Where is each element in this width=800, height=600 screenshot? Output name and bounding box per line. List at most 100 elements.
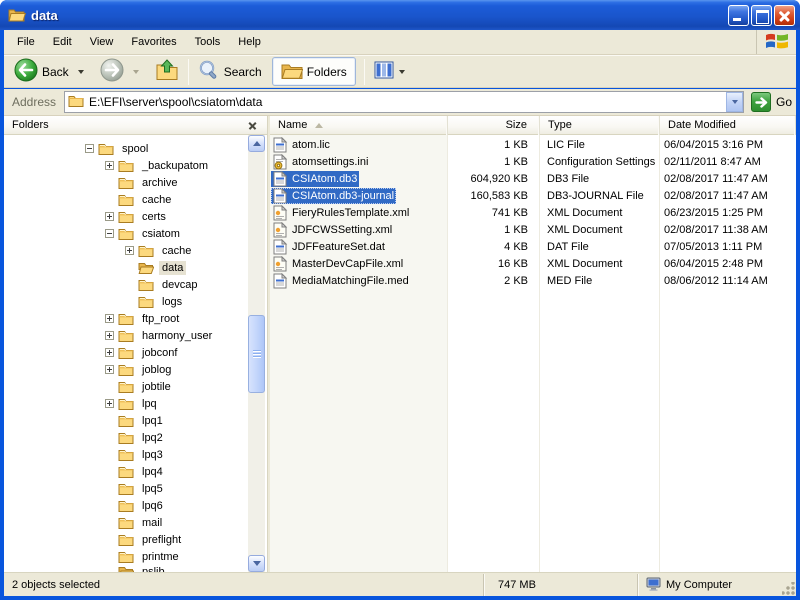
tree-item-label[interactable]: preflight [139, 533, 184, 547]
tree-item-cache[interactable]: cache [4, 191, 250, 208]
tree-item-jobconf[interactable]: jobconf [4, 344, 250, 361]
menu-edit[interactable]: Edit [44, 33, 81, 51]
tree-item-preflight[interactable]: preflight [4, 531, 250, 548]
tree-item-lpq6[interactable]: lpq6 [4, 497, 250, 514]
up-button[interactable] [151, 57, 183, 86]
menu-tools[interactable]: Tools [186, 33, 230, 51]
scroll-up-button[interactable] [248, 135, 265, 152]
menu-file[interactable]: File [8, 33, 44, 51]
tree-item-harmony_user[interactable]: harmony_user [4, 327, 250, 344]
tree-item-label[interactable]: logs [159, 295, 185, 309]
maximize-button[interactable] [751, 5, 772, 26]
file-row[interactable]: FieryRulesTemplate.xml741 KBXML Document… [270, 204, 796, 221]
expand-icon[interactable] [125, 246, 134, 255]
go-button[interactable] [751, 92, 771, 112]
folders-button[interactable]: Folders [272, 57, 356, 86]
file-name[interactable]: MasterDevCapFile.xml [292, 258, 403, 270]
tree-item-label[interactable]: lpq3 [139, 448, 166, 462]
tree-item-_backupatom[interactable]: _backupatom [4, 157, 250, 174]
tree-item-lpq[interactable]: lpq [4, 395, 250, 412]
file-name-box[interactable]: CSIAtom.db3-journal [271, 188, 396, 204]
file-name-box[interactable]: JDFCWSSetting.xml [271, 222, 394, 238]
file-name[interactable]: CSIAtom.db3-journal [292, 190, 394, 202]
tree-item-label[interactable]: lpq1 [139, 414, 166, 428]
tree-item-label[interactable]: lpq2 [139, 431, 166, 445]
tree-item-label[interactable]: cache [139, 193, 174, 207]
tree-item-ftp_root[interactable]: ftp_root [4, 310, 250, 327]
back-button[interactable]: Back [10, 56, 73, 87]
tree-item-lpq5[interactable]: lpq5 [4, 480, 250, 497]
tree-item-label[interactable]: archive [139, 176, 180, 190]
tree-item-label[interactable]: lpq4 [139, 465, 166, 479]
tree-item-label[interactable]: lpq6 [139, 499, 166, 513]
tree-item-spool[interactable]: spool [4, 140, 250, 157]
file-name[interactable]: MediaMatchingFile.med [292, 275, 409, 287]
address-dropdown-button[interactable] [726, 92, 743, 112]
tree-item-joblog[interactable]: joblog [4, 361, 250, 378]
forward-button[interactable] [96, 56, 128, 87]
tree-item-label[interactable]: lpq [139, 397, 160, 411]
expand-icon[interactable] [105, 331, 114, 340]
file-name-box[interactable]: MediaMatchingFile.med [271, 273, 411, 289]
file-row[interactable]: CSIAtom.db3-journal160,583 KBDB3-JOURNAL… [270, 187, 796, 204]
tree-item-lpq1[interactable]: lpq1 [4, 412, 250, 429]
file-name-box[interactable]: atom.lic [271, 137, 332, 153]
file-name-box[interactable]: MasterDevCapFile.xml [271, 256, 405, 272]
tree-item-pslib[interactable]: pslib [4, 565, 250, 572]
file-row[interactable]: JDFFeatureSet.dat4 KBDAT File07/05/2013 … [270, 238, 796, 255]
tree-item-label[interactable]: joblog [139, 363, 174, 377]
address-path[interactable]: E:\EFI\server\spool\csiatom\data [89, 95, 262, 109]
tree-item-label[interactable]: pslib [139, 565, 168, 572]
tree-item-label[interactable]: mail [139, 516, 165, 530]
tree-item-data[interactable]: data [4, 259, 250, 276]
expand-icon[interactable] [105, 212, 114, 221]
file-row[interactable]: atom.lic1 KBLIC File06/04/2015 3:16 PM [270, 136, 796, 153]
tree-item-jobtile[interactable]: jobtile [4, 378, 250, 395]
forward-history-dropdown[interactable] [128, 68, 143, 76]
tree-item-label[interactable]: harmony_user [139, 329, 215, 343]
tree-item-label[interactable]: ftp_root [139, 312, 182, 326]
menu-help[interactable]: Help [229, 33, 270, 51]
file-name[interactable]: JDFCWSSetting.xml [292, 224, 392, 236]
tree-item-label[interactable]: spool [119, 142, 151, 156]
file-row[interactable]: CSIAtom.db3604,920 KBDB3 File02/08/2017 … [270, 170, 796, 187]
menu-favorites[interactable]: Favorites [122, 33, 185, 51]
file-name[interactable]: atomsettings.ini [292, 156, 368, 168]
scrollbar-thumb[interactable] [248, 315, 265, 393]
menu-view[interactable]: View [81, 33, 123, 51]
tree-item-csiatom[interactable]: csiatom [4, 225, 250, 242]
file-name[interactable]: CSIAtom.db3 [292, 173, 357, 185]
tree-item-devcap[interactable]: devcap [4, 276, 250, 293]
scroll-down-button[interactable] [248, 555, 265, 572]
tree-item-label[interactable]: certs [139, 210, 169, 224]
file-name-box[interactable]: JDFFeatureSet.dat [271, 239, 387, 255]
tree-item-label[interactable]: jobconf [139, 346, 180, 360]
collapse-icon[interactable] [105, 229, 114, 238]
close-button[interactable] [774, 5, 795, 26]
tree-item-cache[interactable]: cache [4, 242, 250, 259]
column-header-type[interactable]: Type [540, 116, 660, 135]
tree-item-printme[interactable]: printme [4, 548, 250, 565]
tree-item-label[interactable]: data [159, 261, 186, 275]
tree-item-mail[interactable]: mail [4, 514, 250, 531]
tree-item-certs[interactable]: certs [4, 208, 250, 225]
tree-item-lpq2[interactable]: lpq2 [4, 429, 250, 446]
folders-pane-close-icon[interactable] [246, 119, 259, 132]
file-name[interactable]: FieryRulesTemplate.xml [292, 207, 409, 219]
expand-icon[interactable] [105, 314, 114, 323]
tree-item-archive[interactable]: archive [4, 174, 250, 191]
tree-item-lpq4[interactable]: lpq4 [4, 463, 250, 480]
file-name-box[interactable]: atomsettings.ini [271, 154, 370, 170]
resize-grip[interactable] [782, 582, 795, 595]
expand-icon[interactable] [105, 161, 114, 170]
tree-item-logs[interactable]: logs [4, 293, 250, 310]
tree-item-label[interactable]: _backupatom [139, 159, 211, 173]
tree-item-label[interactable]: lpq5 [139, 482, 166, 496]
minimize-button[interactable] [728, 5, 749, 26]
column-header-date-modified[interactable]: Date Modified [660, 116, 796, 135]
file-row[interactable]: JDFCWSSetting.xml1 KBXML Document02/08/2… [270, 221, 796, 238]
tree-item-label[interactable]: csiatom [139, 227, 183, 241]
tree-item-label[interactable]: jobtile [139, 380, 174, 394]
expand-icon[interactable] [105, 348, 114, 357]
address-combobox[interactable]: E:\EFI\server\spool\csiatom\data [64, 91, 744, 113]
